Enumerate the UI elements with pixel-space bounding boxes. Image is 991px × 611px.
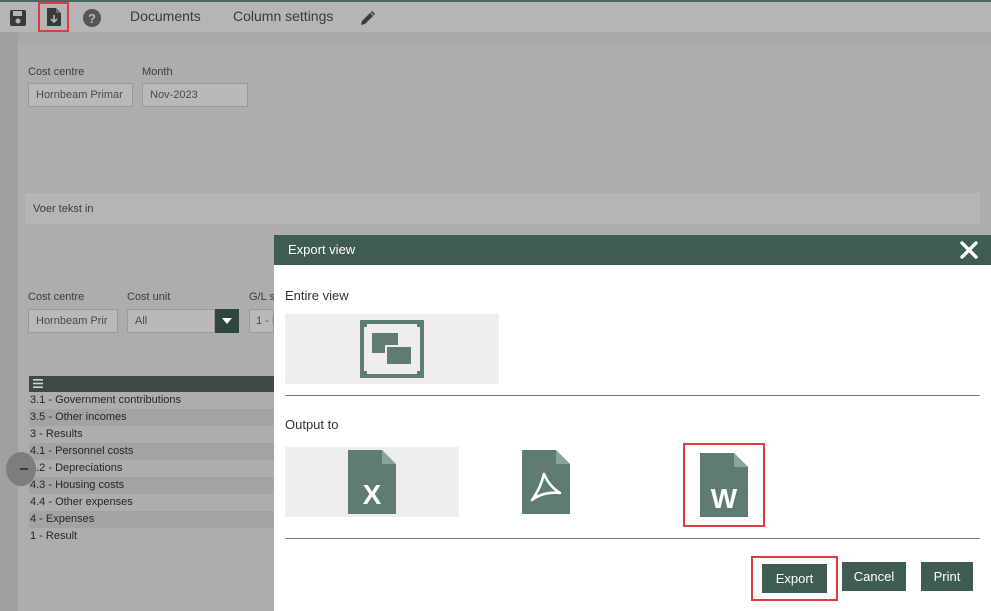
word-option[interactable]: W [683,443,765,527]
svg-text:W: W [711,483,738,514]
excel-option[interactable]: X [285,447,459,517]
svg-text:?: ? [88,11,96,26]
chevron-down-icon [222,318,232,324]
gl-label: G/L s [249,291,275,303]
cost-unit-dropdown-button[interactable] [215,309,239,333]
cost-centre-label-2: Cost centre [28,291,85,303]
excel-file-icon: X [348,450,396,514]
table-row[interactable]: 3 - Results [29,426,274,443]
column-settings-menu[interactable]: Column settings [233,8,333,24]
table-row[interactable]: 4.4 - Other expenses [29,494,274,511]
print-button[interactable]: Print [921,562,973,591]
entire-view-option[interactable] [285,314,499,384]
documents-menu[interactable]: Documents [130,8,201,24]
table-row[interactable]: 3.1 - Government contributions [29,392,274,409]
help-icon[interactable]: ? [79,5,105,31]
pdf-file-icon [522,450,570,514]
text-input[interactable]: Voer tekst in [25,193,980,224]
pdf-option[interactable] [474,447,618,517]
export-button[interactable]: Export [762,564,827,593]
close-icon[interactable] [959,240,979,260]
output-to-label: Output to [285,417,339,432]
entire-view-label: Entire view [285,288,349,303]
fullscreen-view-icon [360,320,424,378]
svg-text:X: X [363,479,382,510]
cost-centre-label: Cost centre [28,66,85,78]
save-icon[interactable] [5,5,31,31]
dialog-title: Export view [288,242,356,257]
table-row[interactable]: 4 - Expenses [29,511,274,528]
menu-icon [33,379,43,388]
export-dialog: Export view Entire view Output to X W Ex… [274,235,991,611]
table-header [29,376,274,392]
table-row[interactable]: 1 - Result [29,528,274,545]
table-row[interactable]: 4.1 - Personnel costs [29,443,274,460]
export-button-highlight: Export [751,556,838,601]
cost-unit-label: Cost unit [127,291,171,303]
pencil-icon[interactable] [355,5,381,31]
collapse-toggle[interactable] [6,452,36,486]
cost-centre-field[interactable]: Hornbeam Primar [28,83,133,107]
month-field[interactable]: Nov-2023 [142,83,248,107]
cost-centre-field-2[interactable]: Hornbeam Prir [28,309,118,333]
gl-field[interactable]: 1 - F [249,309,274,333]
dialog-header: Export view [274,235,991,265]
dialog-divider [285,395,980,396]
cost-unit-select[interactable]: All [127,309,215,333]
table-row[interactable]: 3.5 - Other incomes [29,409,274,426]
word-file-icon: W [700,453,748,517]
table-row[interactable]: 4.3 - Housing costs [29,477,274,494]
table-row[interactable]: 4.2 - Depreciations [29,460,274,477]
cancel-button[interactable]: Cancel [842,562,906,591]
month-label: Month [142,66,173,78]
toolbar: ? Documents Column settings [0,0,991,32]
dialog-divider [285,538,980,539]
export-icon[interactable] [38,2,69,32]
left-strip [0,32,18,611]
